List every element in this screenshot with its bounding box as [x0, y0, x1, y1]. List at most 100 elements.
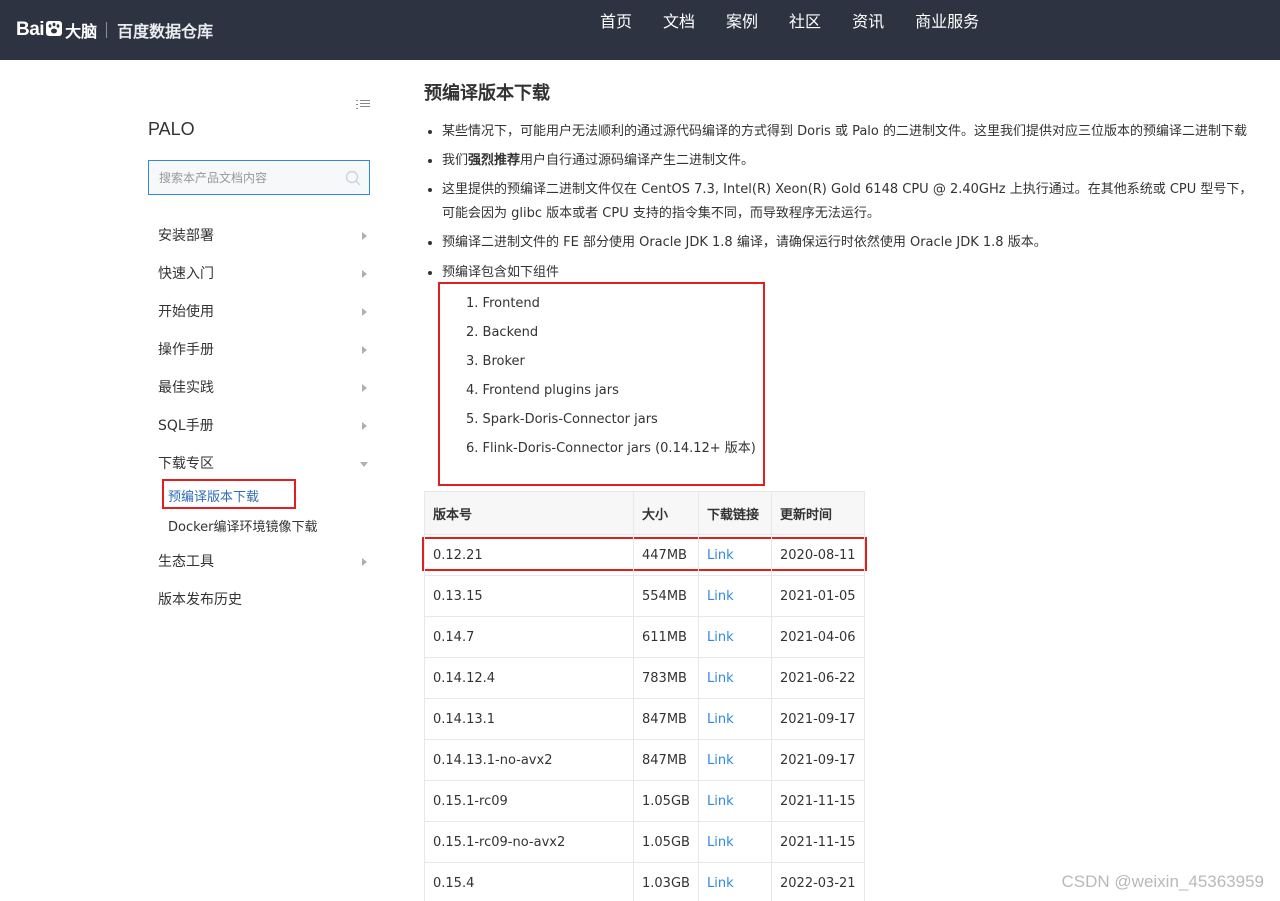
search-icon[interactable] — [345, 170, 361, 186]
sidebar-item-best-practice[interactable]: 最佳实践 — [148, 369, 370, 407]
version-cell: 0.14.13.1 — [424, 698, 634, 740]
download-cell: Link — [698, 739, 772, 781]
date-cell: 2021-09-17 — [771, 739, 865, 781]
sidebar-item-install[interactable]: 安装部署 — [148, 217, 370, 255]
table-row: 0.14.7 611MB Link 2021-04-06 — [424, 616, 865, 658]
date-cell: 2021-11-15 — [771, 821, 865, 863]
download-cell: Link — [698, 862, 772, 901]
table-header-row: 版本号 大小 下载链接 更新时间 — [424, 491, 865, 535]
list-item: 5. Spark-Doris-Connector jars — [466, 412, 658, 427]
top-nav: 首页 文档 案例 社区 资讯 商业服务 — [600, 0, 1010, 60]
download-cell: Link — [698, 821, 772, 863]
sidebar-item-label: SQL手册 — [158, 418, 214, 434]
size-cell: 847MB — [633, 698, 699, 740]
sidebar-item-quickstart[interactable]: 快速入门 — [148, 255, 370, 293]
download-link[interactable]: Link — [707, 630, 734, 645]
list-item: 6. Flink-Doris-Connector jars (0.14.12+ … — [466, 441, 756, 456]
text-fragment: 我们 — [442, 153, 469, 168]
download-link[interactable]: Link — [707, 753, 734, 768]
chevron-right-icon — [362, 346, 367, 354]
product-name: 百度数据仓库 — [117, 22, 214, 41]
text-fragment: 用户自行通过源码编译产生二进制文件。 — [520, 153, 755, 168]
nav-community[interactable]: 社区 — [789, 8, 821, 32]
baidu-logo[interactable]: Bai 大脑 百度数据仓库 — [16, 12, 213, 48]
nav-business[interactable]: 商业服务 — [915, 8, 979, 32]
chevron-right-icon — [362, 308, 367, 316]
size-cell: 783MB — [633, 657, 699, 699]
version-cell: 0.15.1-rc09 — [424, 780, 634, 822]
components-heading: 预编译包含如下组件 — [442, 265, 560, 280]
sidebar-subitem-docker[interactable]: Docker编译环境镜像下载 — [148, 513, 370, 543]
table-row: 0.15.1-rc09 1.05GB Link 2021-11-15 — [424, 780, 865, 822]
sidebar-item-label: 安装部署 — [158, 228, 214, 244]
list-item: 我们强烈推荐用户自行通过源码编译产生二进制文件。 — [424, 149, 1264, 173]
nav-home[interactable]: 首页 — [600, 8, 632, 32]
version-cell: 0.14.13.1-no-avx2 — [424, 739, 634, 781]
date-cell: 2022-03-21 — [771, 862, 865, 901]
sidebar-item-sql[interactable]: SQL手册 — [148, 407, 370, 445]
download-link[interactable]: Link — [707, 548, 734, 563]
chevron-right-icon — [362, 422, 367, 430]
sidebar-item-release-history[interactable]: 版本发布历史 — [148, 581, 370, 619]
watermark: CSDN @weixin_45363959 — [1061, 872, 1264, 891]
size-cell: 847MB — [633, 739, 699, 781]
chevron-right-icon — [362, 558, 367, 566]
sidebar-item-label: 快速入门 — [158, 266, 214, 282]
download-cell: Link — [698, 657, 772, 699]
emphasis-text: 强烈推荐 — [468, 153, 521, 168]
date-cell: 2021-06-22 — [771, 657, 865, 699]
table-row: 0.15.1-rc09-no-avx2 1.05GB Link 2021-11-15 — [424, 821, 865, 863]
table-row: 0.12.21 447MB Link 2020-08-11 — [424, 534, 865, 576]
download-link[interactable]: Link — [707, 671, 734, 686]
size-cell: 447MB — [633, 534, 699, 576]
sidebar-menu: 安装部署 快速入门 开始使用 操作手册 最佳实践 SQL手册 下载专区 预编译版… — [148, 217, 370, 619]
size-cell: 1.05GB — [633, 821, 699, 863]
size-cell: 1.05GB — [633, 780, 699, 822]
sidebar-item-ecosystem[interactable]: 生态工具 — [148, 543, 370, 581]
table-row: 0.14.13.1 847MB Link 2021-09-17 — [424, 698, 865, 740]
download-link[interactable]: Link — [707, 794, 734, 809]
download-link[interactable]: Link — [707, 589, 734, 604]
size-cell: 611MB — [633, 616, 699, 658]
sidebar-item-label: 操作手册 — [158, 342, 214, 358]
sidebar-item-manual[interactable]: 操作手册 — [148, 331, 370, 369]
chevron-down-icon — [360, 462, 368, 467]
column-header: 版本号 — [424, 491, 634, 535]
sidebar-item-label: 开始使用 — [158, 304, 214, 320]
list-item: 2. Backend — [466, 325, 539, 340]
download-link[interactable]: Link — [707, 835, 734, 850]
nav-docs[interactable]: 文档 — [663, 8, 695, 32]
download-link[interactable]: Link — [707, 712, 734, 727]
table-body: 0.12.21 447MB Link 2020-08-11 0.13.15 554MB Li… — [424, 534, 865, 901]
column-header: 下载链接 — [698, 491, 772, 535]
version-cell: 0.13.15 — [424, 575, 634, 617]
nav-cases[interactable]: 案例 — [726, 8, 758, 32]
download-cell: Link — [698, 575, 772, 617]
download-cell: Link — [698, 616, 772, 658]
version-cell: 0.15.4 — [424, 862, 634, 901]
downloads-table: 版本号 大小 下载链接 更新时间 0.12.21 447MB Link 2020-08… — [424, 491, 865, 901]
date-cell: 2020-08-11 — [771, 534, 865, 576]
search-input[interactable] — [149, 161, 329, 194]
table-row: 0.14.13.1-no-avx2 847MB Link 2021-09-17 — [424, 739, 865, 781]
table-row: 0.15.4 1.03GB Link 2022-03-21 — [424, 862, 865, 901]
sidebar-item-getting-started[interactable]: 开始使用 — [148, 293, 370, 331]
list-item: 4. Frontend plugins jars — [466, 383, 619, 398]
list-item: 1. Frontend — [466, 296, 540, 311]
nav-news[interactable]: 资讯 — [852, 8, 884, 32]
size-cell: 1.03GB — [633, 862, 699, 901]
sidebar-title: PALO — [148, 119, 195, 139]
list-item: 3. Broker — [466, 354, 525, 369]
top-header: Bai 大脑 百度数据仓库 首页 文档 案例 社区 资讯 商业服务 — [0, 0, 1280, 60]
download-cell: Link — [698, 698, 772, 740]
version-cell: 0.15.1-rc09-no-avx2 — [424, 821, 634, 863]
date-cell: 2021-09-17 — [771, 698, 865, 740]
sidebar-item-label: 版本发布历史 — [158, 592, 242, 608]
list-item: 这里提供的预编译二进制文件仅在 CentOS 7.3, Intel(R) Xeo… — [424, 178, 1264, 226]
sidebar-item-label: 最佳实践 — [158, 380, 214, 396]
download-link[interactable]: Link — [707, 876, 734, 891]
highlight-box-sidebar — [162, 479, 296, 509]
logo-divider — [106, 22, 108, 38]
menu-toggle-icon[interactable] — [356, 98, 370, 112]
sidebar-item-downloads[interactable]: 下载专区 — [148, 445, 370, 483]
